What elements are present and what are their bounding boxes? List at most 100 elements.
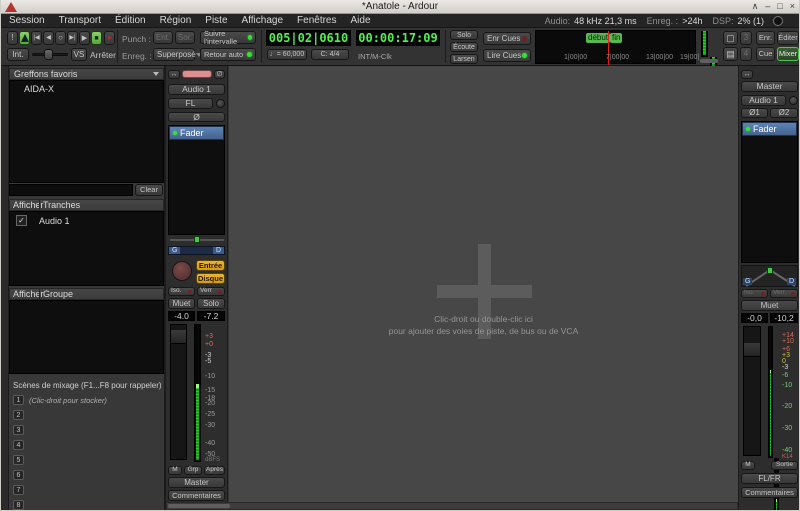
stop-button[interactable]: ■ xyxy=(91,31,102,45)
shade-button[interactable]: ∧ xyxy=(752,1,759,12)
selection-tool-button[interactable]: ▢ xyxy=(723,31,738,45)
scene-2-button[interactable]: 2 xyxy=(13,410,24,420)
processor-box[interactable]: Fader xyxy=(168,125,225,235)
group-button[interactable]: Grp xyxy=(184,466,202,475)
page-cue-button[interactable]: Cue xyxy=(756,47,775,61)
solo-lock-button[interactable]: Verr xyxy=(197,287,225,296)
peak-display[interactable]: -7.2 xyxy=(197,311,225,321)
menu-piste[interactable]: Piste xyxy=(205,15,227,26)
master-name-button[interactable]: Master xyxy=(741,81,798,92)
shuttle-handle[interactable] xyxy=(44,49,53,60)
gain-fader[interactable] xyxy=(170,324,187,460)
strip-width-button[interactable]: ↔ xyxy=(168,70,180,79)
rewind-button[interactable]: ◀ xyxy=(43,31,54,45)
solo-button[interactable]: Solo xyxy=(197,298,225,309)
play-cues-button[interactable]: Lire Cues xyxy=(483,49,531,62)
goto-start-button[interactable]: |◀ xyxy=(31,31,42,45)
favorites-header[interactable]: Greffons favoris xyxy=(9,68,164,80)
page-recorder-button[interactable]: Enr. xyxy=(756,31,775,45)
favorites-filter-input[interactable] xyxy=(9,184,133,196)
scene-1-button[interactable]: 1 xyxy=(13,395,24,405)
monitor-solo-button[interactable]: Solo xyxy=(450,30,478,40)
gain-display[interactable]: -4.0 xyxy=(168,311,195,321)
gain-fader-handle[interactable] xyxy=(171,330,186,344)
secondary-clock[interactable]: 00:00:17:09 xyxy=(356,30,440,46)
minimize-button[interactable]: – xyxy=(765,1,770,12)
master-solo-iso-button[interactable]: Iso. xyxy=(741,289,768,298)
menu-edition[interactable]: Édition xyxy=(115,15,146,26)
master-metering-point-button[interactable]: M xyxy=(741,461,755,470)
master-fader-row[interactable]: Fader xyxy=(742,122,797,136)
title-bar[interactable]: *Anatole - Ardour ∧ – □ × xyxy=(1,0,799,14)
strips-list[interactable]: ✓ Audio 1 xyxy=(9,211,164,286)
feedback-indicator-icon[interactable] xyxy=(773,16,783,26)
strip-row[interactable]: ✓ Audio 1 xyxy=(10,214,163,227)
video-button[interactable]: ▤ xyxy=(723,47,738,61)
track-name-button[interactable]: Audio 1 xyxy=(168,84,225,95)
record-mode-select[interactable]: Superposé xyxy=(153,48,202,61)
scrollbar-thumb[interactable] xyxy=(168,504,230,508)
page-editor-button[interactable]: Éditer xyxy=(777,31,799,45)
master-trim-knob[interactable] xyxy=(789,96,798,105)
menu-transport[interactable]: Transport xyxy=(59,15,101,26)
scene-6-button[interactable]: 6 xyxy=(13,470,24,480)
master-mute-button[interactable]: Muet xyxy=(741,300,798,311)
master-phase1-button[interactable]: Ø1 xyxy=(741,108,768,118)
trim-knob[interactable] xyxy=(216,99,225,108)
record-button[interactable]: ● xyxy=(104,31,115,45)
rec-cues-button[interactable]: Enr Cues xyxy=(483,32,531,45)
mixer-canvas[interactable]: Clic-droit ou double-clic ici pour ajout… xyxy=(229,66,738,510)
scene-7-button[interactable]: 7 xyxy=(13,485,24,495)
after-button[interactable]: Après xyxy=(204,466,225,475)
master-gain-fader[interactable] xyxy=(743,326,761,456)
layout-3-button[interactable]: 3 xyxy=(740,31,752,45)
master-output-mode-button[interactable]: Sortie xyxy=(771,461,798,470)
phase-invert-button[interactable]: Ø xyxy=(168,112,225,122)
page-mixer-button[interactable]: Mixer xyxy=(777,47,799,61)
favorites-list[interactable]: AIDA-X xyxy=(9,80,164,183)
master-fader-handle[interactable] xyxy=(744,343,760,357)
mute-button[interactable]: Muet xyxy=(168,298,195,309)
monitor-larsen-button[interactable]: Larsen xyxy=(450,54,478,64)
master-phase2-button[interactable]: Ø2 xyxy=(770,108,798,118)
strip-hide-button[interactable]: ∅ xyxy=(214,70,225,79)
menu-aide[interactable]: Aide xyxy=(351,15,371,26)
master-gain-display[interactable]: -0,0 xyxy=(741,313,768,323)
master-fader-led[interactable] xyxy=(746,127,750,131)
auto-return-button[interactable]: Retour auto xyxy=(200,48,256,61)
maximize-button[interactable]: □ xyxy=(777,1,782,12)
loop-button[interactable]: ○ xyxy=(55,31,66,45)
goto-end-button[interactable]: ▶| xyxy=(67,31,78,45)
favorites-item[interactable]: AIDA-X xyxy=(10,81,163,94)
output-button[interactable]: Master xyxy=(168,477,225,488)
track-input-button[interactable]: FL xyxy=(168,98,213,109)
master-width-button[interactable]: ↔ xyxy=(741,70,753,79)
master-io-button[interactable]: FL/FR xyxy=(741,473,798,484)
varispeed-button[interactable]: VS xyxy=(71,48,87,61)
primary-clock[interactable]: 005|02|0610 xyxy=(266,30,351,46)
punch-out-button[interactable]: Sor. xyxy=(175,31,195,44)
stop-mode-label[interactable]: Arrêter xyxy=(90,50,116,60)
master-peak-display[interactable]: -10,2 xyxy=(770,313,798,323)
metronome-button[interactable] xyxy=(19,31,30,45)
monitor-ecoute-button[interactable]: Écoute xyxy=(450,42,478,52)
scene-3-button[interactable]: 3 xyxy=(13,425,24,435)
follow-range-button[interactable]: Suivre l'intervalle xyxy=(200,30,256,45)
pan-bar[interactable]: G D xyxy=(168,246,225,255)
master-comments-button[interactable]: Commentaires xyxy=(741,487,798,498)
monitor-input-button[interactable]: Entrée xyxy=(196,260,225,271)
shuttle-mode-button[interactable]: Int. xyxy=(7,48,29,61)
fader-processor-row[interactable]: Fader xyxy=(169,126,224,140)
horizontal-scrollbar[interactable] xyxy=(166,502,738,510)
monitor-disk-button[interactable]: Disque xyxy=(196,273,225,284)
metering-point-button[interactable]: M xyxy=(168,466,182,475)
tempo-button[interactable]: ♩= 60,000 xyxy=(267,49,307,60)
fader-led[interactable] xyxy=(173,131,177,135)
start-marker[interactable]: début xyxy=(586,33,611,43)
midi-panic-button[interactable]: ! xyxy=(7,31,18,45)
menu-affichage[interactable]: Affichage xyxy=(242,15,284,26)
play-button[interactable]: ▶ xyxy=(79,31,90,45)
left-gutter[interactable] xyxy=(1,66,9,510)
punch-in-button[interactable]: Ent. xyxy=(153,31,173,44)
strip-row-name[interactable]: Audio 1 xyxy=(39,216,70,226)
